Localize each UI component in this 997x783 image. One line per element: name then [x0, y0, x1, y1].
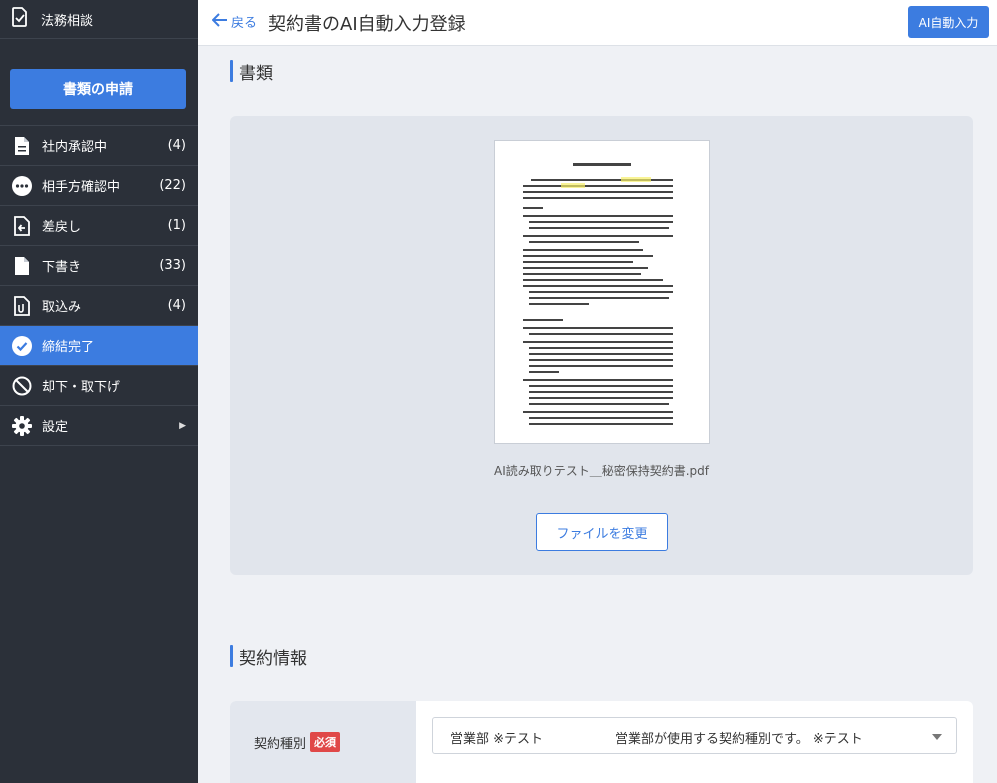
attach-doc-icon	[11, 295, 33, 317]
apply-section: 書類の申請	[0, 39, 198, 126]
check-circle-icon	[11, 335, 33, 357]
sidebar-item-completed[interactable]: 締結完了	[0, 326, 198, 366]
sidebar-item-rejected[interactable]: 却下・取下げ	[0, 366, 198, 406]
sidebar-item-label: 社内承認中	[42, 140, 108, 155]
selected-description: 営業部が使用する契約種別です。 ※テスト	[615, 732, 863, 747]
file-name: AI読み取りテスト＿秘密保持契約書.pdf	[493, 464, 710, 478]
sidebar-item-count: (4)	[167, 138, 186, 153]
document-panel: AI読み取りテスト＿秘密保持契約書.pdf ファイルを変更	[230, 116, 973, 575]
sidebar-item-legal-consultation[interactable]: 法務相談	[0, 0, 198, 39]
apply-document-button[interactable]: 書類の申請	[10, 69, 186, 109]
field-label: 契約種別	[254, 736, 307, 752]
required-badge: 必須	[310, 732, 341, 752]
back-link[interactable]: 戻る	[211, 12, 258, 31]
sidebar-item-label: 却下・取下げ	[42, 380, 121, 395]
sidebar-item-count: (22)	[159, 178, 186, 193]
draft-doc-icon	[11, 255, 33, 277]
sidebar-item-label: 相手方確認中	[42, 180, 121, 195]
page-header: 戻る 契約書のAI自動入力登録 AI自動入力	[198, 0, 997, 46]
sidebar-item-count: (1)	[167, 218, 186, 233]
contract-info-heading: 契約情報	[230, 644, 307, 669]
heading-accent-bar	[230, 60, 233, 82]
sidebar-item-returned[interactable]: 差戻し (1)	[0, 206, 198, 246]
back-label: 戻る	[231, 16, 258, 31]
sidebar-item-label: 法務相談	[41, 13, 94, 29]
gear-icon	[11, 415, 33, 437]
submenu-arrow-icon: ▶	[179, 420, 186, 431]
ai-autofill-button[interactable]: AI自動入力	[908, 6, 989, 38]
documents-heading-text: 書類	[239, 63, 273, 84]
sidebar-item-imported[interactable]: 取込み (4)	[0, 286, 198, 326]
sidebar-item-internal-approval[interactable]: 社内承認中 (4)	[0, 126, 198, 166]
document-thumbnail[interactable]	[494, 140, 710, 444]
selected-value: 営業部 ※テスト	[450, 732, 544, 747]
heading-accent-bar	[230, 645, 233, 667]
sidebar: 法務相談 書類の申請 社内承認中 (4) 相手方確認中 (22) 差戻し (1)…	[0, 0, 198, 783]
more-dots-icon	[11, 175, 33, 197]
sidebar-item-settings[interactable]: 設定 ▶	[0, 406, 198, 446]
contract-info-heading-text: 契約情報	[239, 648, 307, 669]
change-file-button[interactable]: ファイルを変更	[536, 513, 668, 551]
sidebar-item-label: 取込み	[42, 300, 82, 315]
sidebar-item-count: (4)	[167, 298, 186, 313]
arrow-left-icon	[211, 12, 228, 31]
block-icon	[11, 375, 33, 397]
return-doc-icon	[11, 215, 33, 237]
chevron-down-icon	[932, 734, 942, 740]
sidebar-item-label: 下書き	[42, 260, 82, 275]
document-icon	[11, 135, 33, 157]
sidebar-item-count: (33)	[159, 258, 186, 273]
documents-heading: 書類	[230, 59, 273, 84]
page-title: 契約書のAI自動入力登録	[268, 14, 466, 35]
sidebar-item-label: 差戻し	[42, 220, 82, 235]
contract-type-select[interactable]: 営業部 ※テスト 営業部が使用する契約種別です。 ※テスト	[432, 717, 957, 754]
contract-type-label: 契約種別 必須	[230, 701, 416, 783]
doc-check-icon	[11, 7, 29, 31]
sidebar-item-label: 締結完了	[42, 340, 95, 355]
sidebar-item-counterparty-review[interactable]: 相手方確認中 (22)	[0, 166, 198, 206]
sidebar-item-label: 設定	[42, 420, 69, 435]
sidebar-item-drafts[interactable]: 下書き (33)	[0, 246, 198, 286]
contract-type-row: 契約種別 必須 営業部 ※テスト 営業部が使用する契約種別です。 ※テスト	[230, 701, 973, 783]
